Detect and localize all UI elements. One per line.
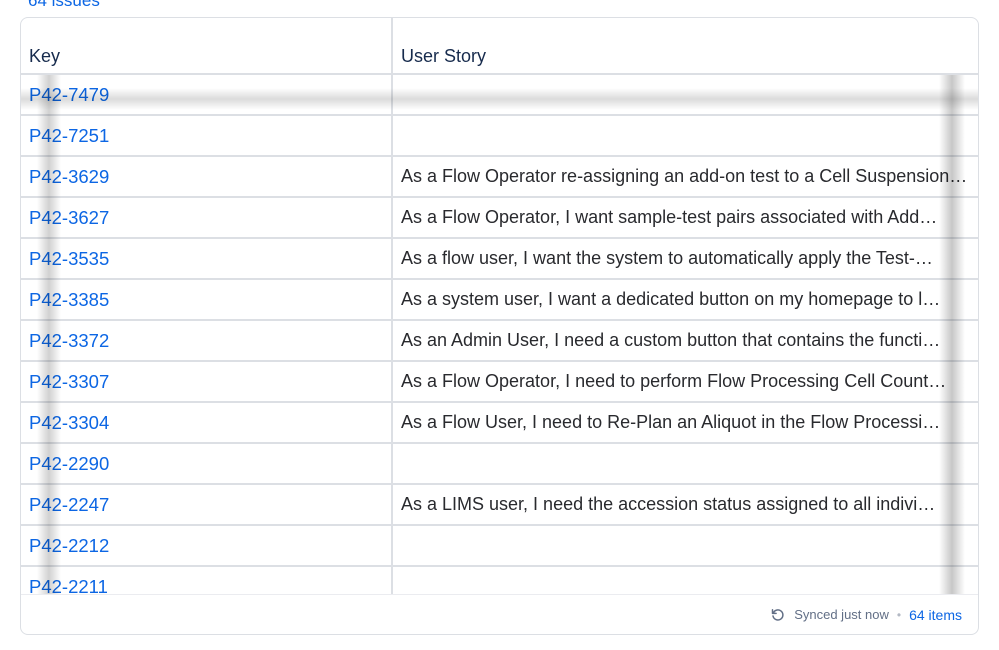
user-story-cell: As a flow user, I want the system to aut… <box>392 238 978 280</box>
user-story-cell: As an Admin User, I need a custom button… <box>392 320 978 362</box>
issue-key-cell: P42-3535 <box>21 238 393 280</box>
user-story-cell: As a Flow Operator, I want sample-test p… <box>392 197 978 239</box>
table-row[interactable]: P42-2247 As a LIMS user, I need the acces… <box>21 484 978 526</box>
issue-count-link[interactable]: 64 issues <box>28 0 100 11</box>
table-row[interactable]: P42-7251 <box>21 115 978 157</box>
table-row[interactable]: P42-3629 As a Flow Operator re-assigning … <box>21 156 978 198</box>
issue-key-cell: P42-3372 <box>21 320 393 362</box>
issue-key-link[interactable]: P42-3372 <box>29 330 109 351</box>
issue-key-link[interactable]: P42-3535 <box>29 248 109 269</box>
column-header-key[interactable]: Key <box>21 18 393 75</box>
issue-key-cell: P42-3385 <box>21 279 393 321</box>
table-scroll-area[interactable]: Key User Story P42-7479 P42-7251 P42-3629 A… <box>21 18 978 594</box>
issue-key-link[interactable]: P42-3304 <box>29 412 109 433</box>
footer-separator: • <box>896 607 902 622</box>
column-header-user-story[interactable]: User Story <box>392 18 978 75</box>
issue-key-cell: P42-7251 <box>21 115 393 157</box>
user-story-cell <box>392 525 978 567</box>
issue-key-link[interactable]: P42-3385 <box>29 289 109 310</box>
issues-table: Key User Story P42-7479 P42-7251 P42-3629 A… <box>21 18 978 594</box>
issue-key-cell: P42-3627 <box>21 197 393 239</box>
table-row[interactable]: P42-3535 As a flow user, I want the syste… <box>21 238 978 280</box>
table-row[interactable]: P42-3385 As a system user, I want a dedic… <box>21 279 978 321</box>
issue-key-link[interactable]: P42-2290 <box>29 453 109 474</box>
issue-key-link[interactable]: P42-2211 <box>29 576 108 595</box>
sync-status-text: Synced just now <box>794 607 889 622</box>
user-story-cell <box>392 115 978 157</box>
issue-key-cell: P42-3307 <box>21 361 393 403</box>
table-row[interactable]: P42-3304 As a Flow User, I need to Re-Pla… <box>21 402 978 444</box>
issue-key-link[interactable]: P42-2212 <box>29 535 109 556</box>
table-row[interactable]: P42-3307 As a Flow Operator, I need to pe… <box>21 361 978 403</box>
table-row[interactable]: P42-2290 <box>21 443 978 485</box>
issue-key-cell: P42-7479 <box>21 74 393 116</box>
issue-key-link[interactable]: P42-3307 <box>29 371 109 392</box>
user-story-cell: As a LIMS user, I need the accession sta… <box>392 484 978 526</box>
issue-key-link[interactable]: P42-7479 <box>29 84 109 105</box>
table-footer: Synced just now • 64 items <box>21 594 978 634</box>
issue-key-link[interactable]: P42-3629 <box>29 166 109 187</box>
table-header-row: Key User Story <box>21 18 978 75</box>
issues-table-card: Key User Story P42-7479 P42-7251 P42-3629 A… <box>20 17 979 635</box>
issue-key-cell: P42-2211 <box>21 566 393 595</box>
refresh-icon[interactable] <box>770 607 786 623</box>
table-row[interactable]: P42-3627 As a Flow Operator, I want sampl… <box>21 197 978 239</box>
user-story-cell <box>392 566 978 594</box>
issue-key-cell: P42-2247 <box>21 484 393 526</box>
user-story-cell <box>392 74 978 116</box>
user-story-cell: As a Flow Operator re-assigning an add-o… <box>392 156 978 198</box>
table-row[interactable]: P42-2212 <box>21 525 978 567</box>
issue-key-cell: P42-2290 <box>21 443 393 485</box>
item-count-link[interactable]: 64 items <box>909 607 962 623</box>
issue-key-cell: P42-3629 <box>21 156 393 198</box>
user-story-cell: As a system user, I want a dedicated but… <box>392 279 978 321</box>
user-story-cell: As a Flow Operator, I need to perform Fl… <box>392 361 978 403</box>
user-story-cell <box>392 443 978 485</box>
issue-key-link[interactable]: P42-7251 <box>29 125 109 146</box>
table-row[interactable]: P42-3372 As an Admin User, I need a custo… <box>21 320 978 362</box>
issue-key-cell: P42-3304 <box>21 402 393 444</box>
issue-key-link[interactable]: P42-2247 <box>29 494 109 515</box>
user-story-cell: As a Flow User, I need to Re-Plan an Ali… <box>392 402 978 444</box>
table-row[interactable]: P42-7479 <box>21 74 978 116</box>
issue-key-link[interactable]: P42-3627 <box>29 207 109 228</box>
table-row[interactable]: P42-2211 <box>21 566 978 594</box>
issue-key-cell: P42-2212 <box>21 525 393 567</box>
